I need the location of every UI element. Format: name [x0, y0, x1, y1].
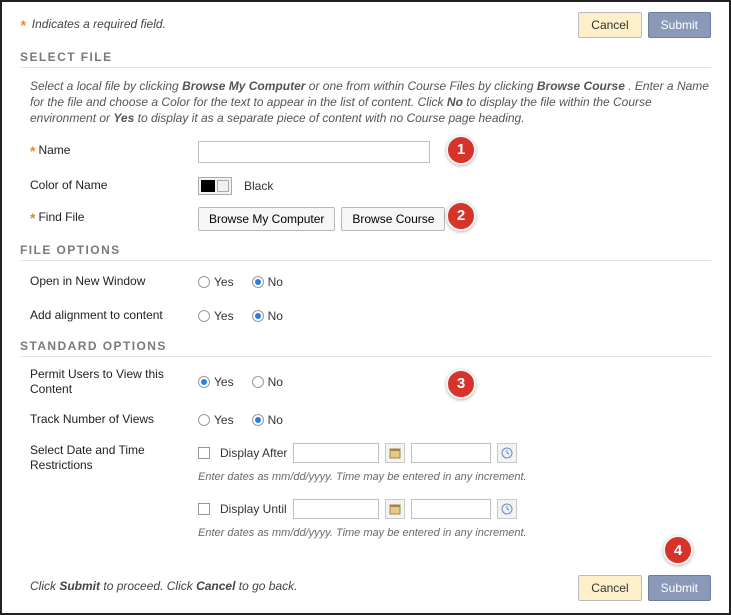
browse-my-computer-button[interactable]: Browse My Computer: [198, 207, 335, 231]
radio-icon: [198, 414, 210, 426]
section-standard-options: STANDARD OPTIONS: [20, 339, 711, 357]
required-star-icon: *: [20, 17, 25, 33]
track-views-label: Track Number of Views: [30, 412, 154, 427]
display-until-checkbox[interactable]: [198, 503, 210, 515]
submit-button[interactable]: Submit: [648, 575, 711, 601]
top-button-group: Cancel Submit: [578, 12, 711, 38]
display-until-date-input[interactable]: [293, 499, 379, 519]
color-swatch-icon: [201, 180, 215, 192]
find-file-label: Find File: [38, 210, 84, 225]
submit-button[interactable]: Submit: [648, 12, 711, 38]
section-file-options: FILE OPTIONS: [20, 243, 711, 261]
display-after-date-input[interactable]: [293, 443, 379, 463]
required-star-icon: *: [30, 143, 35, 161]
radio-icon: [198, 310, 210, 322]
display-after-time-input[interactable]: [411, 443, 491, 463]
browse-course-button[interactable]: Browse Course: [341, 207, 445, 231]
add-alignment-yes[interactable]: Yes: [198, 309, 234, 323]
radio-icon: [198, 376, 210, 388]
radio-icon: [252, 276, 264, 288]
display-until-label: Display Until: [220, 502, 287, 516]
annotation-badge-4: 4: [663, 535, 693, 565]
open-new-window-yes[interactable]: Yes: [198, 275, 234, 289]
radio-icon: [252, 310, 264, 322]
display-after-checkbox[interactable]: [198, 447, 210, 459]
annotation-badge-2: 2: [446, 201, 476, 231]
radio-icon: [198, 276, 210, 288]
annotation-badge-3: 3: [446, 369, 476, 399]
track-views-no[interactable]: No: [252, 413, 283, 427]
cancel-button[interactable]: Cancel: [578, 575, 641, 601]
permit-view-label: Permit Users to View this Content: [30, 367, 198, 397]
cancel-button[interactable]: Cancel: [578, 12, 641, 38]
track-views-yes[interactable]: Yes: [198, 413, 234, 427]
section-select-file: SELECT FILE: [20, 50, 711, 68]
clock-icon[interactable]: [497, 443, 517, 463]
date-restrictions-label: Select Date and Time Restrictions: [30, 443, 198, 473]
required-note-text: Indicates a required field.: [32, 17, 166, 31]
radio-icon: [252, 376, 264, 388]
required-note: * Indicates a required field.: [20, 17, 166, 33]
name-label: Name: [38, 143, 70, 158]
bottom-button-group: Cancel Submit: [578, 575, 711, 601]
annotation-badge-1: 1: [446, 135, 476, 165]
add-alignment-label: Add alignment to content: [30, 308, 163, 323]
add-alignment-no[interactable]: No: [252, 309, 283, 323]
calendar-icon[interactable]: [385, 443, 405, 463]
display-after-label: Display After: [220, 446, 287, 460]
date-hint: Enter dates as mm/dd/yyyy. Time may be e…: [198, 527, 527, 539]
open-new-window-label: Open in New Window: [30, 274, 145, 289]
color-dropdown-icon: [217, 180, 229, 192]
radio-icon: [252, 414, 264, 426]
select-file-instructions: Select a local file by clicking Browse M…: [30, 78, 711, 127]
color-picker[interactable]: [198, 177, 232, 195]
date-hint: Enter dates as mm/dd/yyyy. Time may be e…: [198, 471, 527, 483]
color-label: Color of Name: [30, 178, 107, 193]
clock-icon[interactable]: [497, 499, 517, 519]
required-star-icon: *: [30, 210, 35, 228]
display-until-time-input[interactable]: [411, 499, 491, 519]
calendar-icon[interactable]: [385, 499, 405, 519]
permit-view-yes[interactable]: Yes: [198, 375, 234, 389]
name-input[interactable]: [198, 141, 430, 163]
permit-view-no[interactable]: No: [252, 375, 283, 389]
color-value: Black: [244, 179, 273, 193]
open-new-window-no[interactable]: No: [252, 275, 283, 289]
